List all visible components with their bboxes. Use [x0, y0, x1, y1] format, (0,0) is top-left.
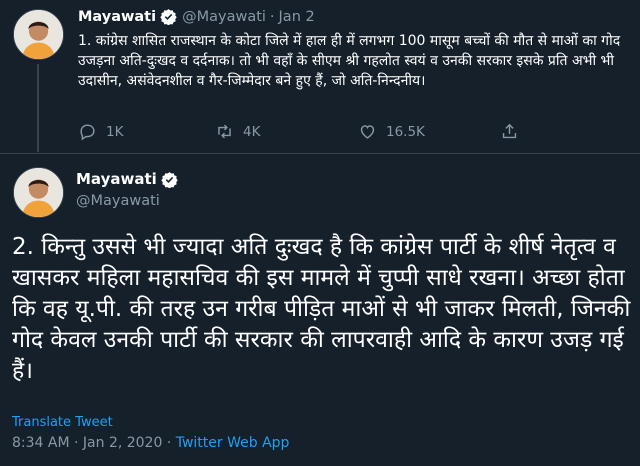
translate-tweet-link[interactable]: Translate Tweet: [12, 415, 113, 430]
author-handle[interactable]: @Mayawati: [182, 9, 266, 25]
avatar[interactable]: [13, 9, 64, 60]
reply-icon: [80, 124, 95, 141]
tweet-metadata: 8:34 AM · Jan 2, 2020 · Twitter Web App: [12, 435, 289, 451]
tweet-source-link[interactable]: Twitter Web App: [176, 435, 290, 451]
retweet-count: 4K: [243, 123, 261, 140]
like-count: 16.5K: [386, 123, 425, 140]
tweet-time[interactable]: 8:34 AM: [12, 435, 70, 451]
verified-badge-icon: [161, 171, 178, 188]
separator-dot: ·: [269, 8, 275, 25]
author-handle[interactable]: @Mayawati: [76, 193, 160, 209]
share-icon: [502, 123, 517, 139]
like-button[interactable]: 16.5K: [358, 122, 425, 141]
tweet-full-date[interactable]: Jan 2, 2020: [83, 435, 162, 451]
tweet-header: Mayawati @Mayawati · Jan 2: [78, 8, 315, 25]
reply-count: 1K: [106, 123, 124, 140]
tweet-actions: 1K 4K 16.5K: [78, 122, 618, 142]
retweet-button[interactable]: 4K: [215, 122, 260, 141]
retweet-icon: [218, 124, 231, 139]
thread-connector-line: [37, 64, 39, 152]
tweet-text: 2. किन्तु उससे भी ज्यादा अति दुःखद है कि…: [12, 234, 631, 384]
share-button[interactable]: [500, 122, 519, 141]
tweet-2[interactable]: Mayawati @Mayawati 2. किन्तु उससे भी ज्य…: [0, 153, 640, 466]
avatar[interactable]: [13, 167, 64, 218]
profile-photo: [14, 10, 63, 59]
tweet-date[interactable]: Jan 2: [279, 9, 315, 25]
author-name-row: Mayawati: [76, 170, 183, 188]
author-name[interactable]: Mayawati: [78, 9, 156, 25]
like-icon: [360, 125, 375, 139]
separator-dot: ·: [166, 435, 172, 451]
verified-badge-icon: [160, 9, 177, 25]
tweet-1[interactable]: Mayawati @Mayawati · Jan 2 1. कांग्रेस श…: [0, 0, 640, 152]
reply-button[interactable]: 1K: [78, 122, 123, 141]
profile-photo: [14, 168, 63, 217]
separator-dot: ·: [74, 435, 79, 451]
author-name[interactable]: Mayawati: [76, 170, 157, 188]
tweet-text: 1. कांग्रेस शासित राजस्थान के कोटा जिले …: [78, 33, 621, 89]
